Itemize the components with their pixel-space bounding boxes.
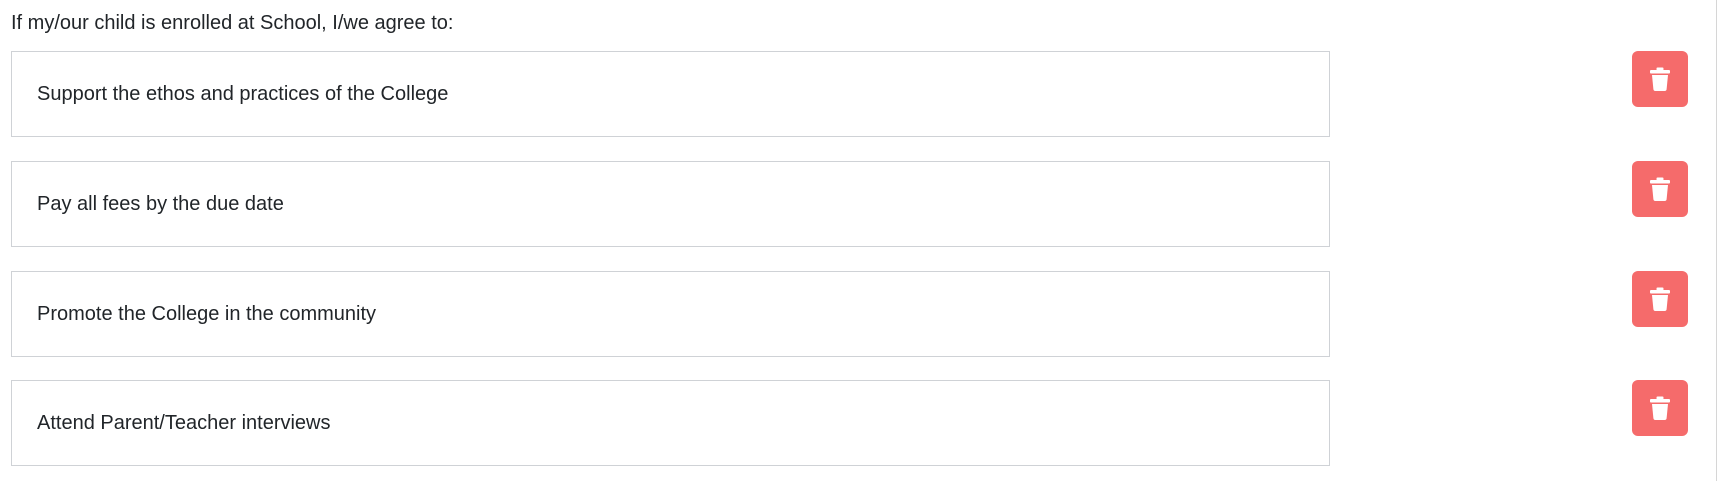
trash-icon: [1650, 177, 1670, 201]
delete-item-button[interactable]: [1632, 51, 1688, 107]
agreement-item-input[interactable]: [11, 380, 1330, 466]
agreement-item-row: [0, 161, 1717, 247]
trash-icon: [1650, 67, 1670, 91]
delete-item-button[interactable]: [1632, 380, 1688, 436]
trash-icon: [1650, 287, 1670, 311]
agreement-item-input[interactable]: [11, 161, 1330, 247]
trash-icon: [1650, 396, 1670, 420]
delete-item-button[interactable]: [1632, 161, 1688, 217]
agreement-item-row: [0, 380, 1717, 466]
delete-item-button[interactable]: [1632, 271, 1688, 327]
agreement-item-row: [0, 51, 1717, 137]
agreement-form: If my/our child is enrolled at School, I…: [0, 0, 1717, 481]
agreement-item-row: [0, 271, 1717, 357]
agreement-item-input[interactable]: [11, 51, 1330, 137]
agreement-intro-label: If my/our child is enrolled at School, I…: [11, 12, 454, 34]
agreement-item-input[interactable]: [11, 271, 1330, 357]
